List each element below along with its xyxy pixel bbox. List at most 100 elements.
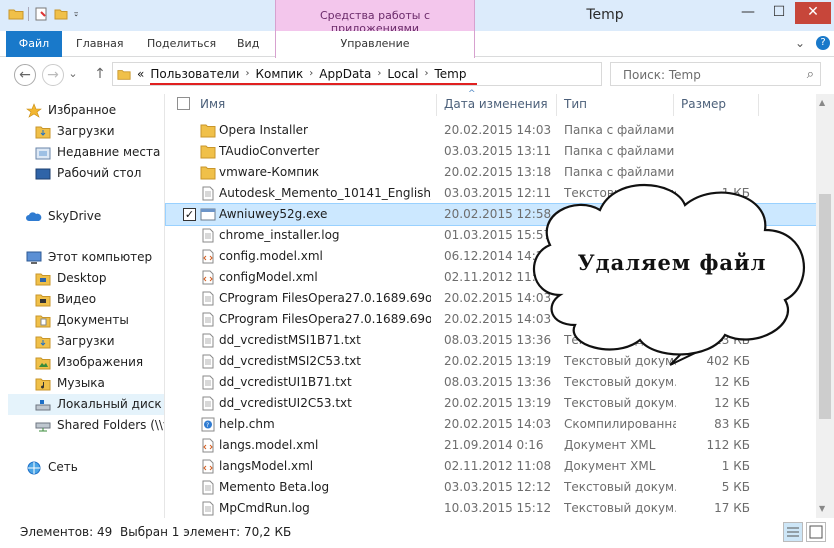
column-name[interactable]: Имя [200,97,225,111]
search-icon[interactable]: ⌕ [807,67,814,82]
column-date[interactable]: Дата изменения [444,97,548,111]
sidebar-item-network[interactable]: Сеть [26,457,164,478]
tab-share[interactable]: Поделиться [147,31,216,57]
new-folder-icon[interactable] [53,6,69,22]
column-type[interactable]: Тип [564,97,587,111]
tab-file[interactable]: Файл [6,31,62,57]
chevron-right-icon[interactable]: › [377,67,381,81]
chevron-right-icon[interactable]: › [245,67,249,81]
sidebar-item-video[interactable]: Видео [35,289,164,310]
back-button[interactable]: ← [14,64,36,86]
file-row[interactable]: MpCmdRun.log 10.03.2015 15:12 Текстовый до… [166,498,816,519]
file-date: 08.03.2015 13:36 [444,375,552,389]
file-name: vmware-Компик [219,165,320,179]
sidebar-item-this-pc[interactable]: Этот компьютер [26,247,164,268]
sidebar-item-downloads[interactable]: Загрузки [35,121,164,142]
file-name: chrome_installer.log [219,228,340,242]
desktop-icon [35,168,51,180]
file-row[interactable]: Opera Installer 20.02.2015 14:03 Папка с ф… [166,120,816,141]
file-row[interactable]: langs.model.xml 21.09.2014 0:16 Документ X… [166,435,816,456]
file-size: 17 КБ [714,501,750,515]
file-type: Текстовый докум... [564,396,676,410]
file-size: 12 КБ [714,396,750,410]
help-icon[interactable]: ? [816,36,830,50]
pictures-folder-icon [35,357,51,370]
large-icons-view-button[interactable] [806,522,826,542]
file-name: langsModel.xml [219,459,314,473]
column-divider[interactable] [758,94,759,116]
file-row[interactable]: langsModel.xml 02.11.2012 11:08 Документ X… [166,456,816,477]
file-name: config.model.xml [219,249,323,263]
file-date: 20.02.2015 13:19 [444,396,552,410]
sidebar-item-label: Загрузки [57,124,115,138]
column-size[interactable]: Размер [681,97,726,111]
up-button[interactable]: ↑ [89,64,111,86]
sidebar-item-label: Музыка [57,376,105,390]
breadcrumb-local[interactable]: Local [387,67,418,81]
sidebar-item-music[interactable]: Музыка [35,373,164,394]
sidebar-item-desktop[interactable]: Рабочий стол [35,163,164,184]
file-name: dd_vcredistMSI1B71.txt [219,333,361,347]
file-row[interactable]: dd_vcredistUI2C53.txt 20.02.2015 13:19 Тек… [166,393,816,414]
sidebar-item-label: Сеть [48,460,78,474]
text-file-icon [200,333,216,348]
sidebar-item-downloads-pc[interactable]: Загрузки [35,331,164,352]
file-name: langs.model.xml [219,438,319,452]
help-file-icon: ? [200,417,216,432]
recent-locations-button[interactable]: ⌄ [66,64,80,86]
tab-home[interactable]: Главная [76,31,124,57]
breadcrumb-overflow[interactable]: « [137,67,144,81]
callout-cloud [532,183,806,366]
row-checkbox[interactable]: ✓ [183,208,196,221]
breadcrumb-users[interactable]: Пользователи [150,67,239,81]
breadcrumb-temp[interactable]: Temp [434,67,466,81]
column-divider[interactable] [436,94,437,116]
scroll-thumb[interactable] [819,194,831,419]
search-input[interactable]: Поиск: Temp ⌕ [610,62,821,86]
expand-ribbon-icon[interactable]: ⌄ [795,36,805,50]
tab-manage[interactable]: Управление [275,31,475,58]
folder-icon[interactable] [8,6,24,22]
file-type: Папка с файлами [564,123,675,137]
chevron-right-icon[interactable]: › [424,67,428,81]
file-row[interactable]: Memento Beta.log 03.03.2015 12:12 Текстовы… [166,477,816,498]
customize-qat-icon[interactable] [73,6,83,22]
sidebar-item-skydrive[interactable]: SkyDrive [26,206,164,227]
sidebar-item-favorites[interactable]: Избранное [26,100,164,121]
sidebar-item-label: Shared Folders (\\vn [57,418,164,432]
file-size: 83 КБ [714,417,750,431]
details-view-button[interactable] [783,522,803,542]
properties-icon[interactable] [33,6,49,22]
file-type: Документ XML [564,459,656,473]
breadcrumb-kompik[interactable]: Компик [255,67,303,81]
forward-button[interactable]: → [42,64,64,86]
file-row[interactable]: ? help.chm 20.02.2015 14:03 Скомпилированна… [166,414,816,435]
breadcrumb-appdata[interactable]: AppData [319,67,371,81]
column-divider[interactable] [556,94,557,116]
sidebar-item-shared-folders[interactable]: Shared Folders (\\vn [35,415,164,436]
skydrive-cloud-icon [26,212,42,221]
quick-access-toolbar [8,6,83,22]
file-name: dd_vcredistUI1B71.txt [219,375,352,389]
close-button[interactable]: ✕ [795,2,831,24]
tab-view[interactable]: Вид [237,31,259,57]
scroll-up-icon[interactable]: ▲ [819,98,825,107]
selection-info: Выбран 1 элемент: 70,2 КБ [120,525,292,539]
sidebar-item-local-disk[interactable]: Локальный диск (C [8,394,164,415]
text-file-icon [200,501,216,516]
column-divider[interactable] [673,94,674,116]
svg-text:?: ? [206,422,209,429]
minimize-button[interactable]: — [733,2,763,24]
file-row[interactable]: TAudioConverter 03.03.2015 13:11 Папка с ф… [166,141,816,162]
file-row[interactable]: dd_vcredistUI1B71.txt 08.03.2015 13:36 Тек… [166,372,816,393]
maximize-button[interactable]: ☐ [764,2,794,24]
sidebar-item-desktop-folder[interactable]: Desktop [35,268,164,289]
sidebar-item-recent-places[interactable]: Недавние места [35,142,164,163]
documents-folder-icon [35,315,51,328]
sidebar-item-documents[interactable]: Документы [35,310,164,331]
sidebar-item-pictures[interactable]: Изображения [35,352,164,373]
text-file-icon [200,396,216,411]
chevron-right-icon[interactable]: › [309,67,313,81]
scroll-down-icon[interactable]: ▼ [819,504,825,513]
sidebar-item-label: Видео [57,292,97,306]
